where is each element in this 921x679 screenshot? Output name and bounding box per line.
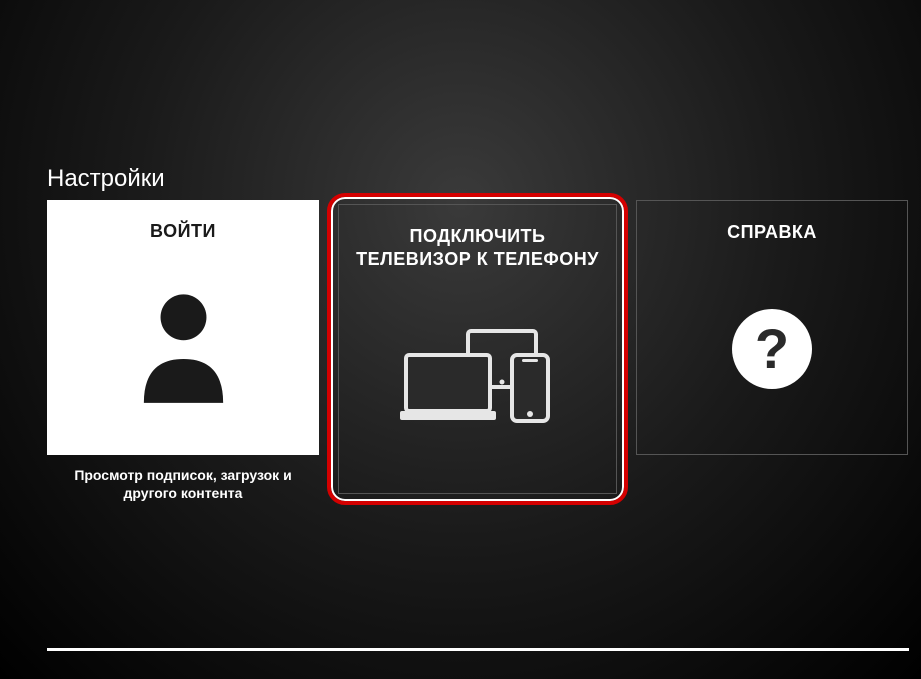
selected-highlight: ПОДКЛЮЧИТЬ ТЕЛЕВИЗОР К ТЕЛЕФОНУ	[327, 193, 628, 505]
help-card-title: СПРАВКА	[715, 221, 829, 244]
settings-cards-row: ВОЙТИ Просмотр подписок, загрузок и друг…	[47, 200, 908, 498]
connect-card-title: ПОДКЛЮЧИТЬ ТЕЛЕВИЗОР К ТЕЛЕФОНУ	[339, 225, 616, 270]
help-card-icon-area: ?	[637, 244, 907, 455]
login-card-title: ВОЙТИ	[138, 220, 228, 243]
bottom-divider	[47, 648, 909, 651]
connect-tv-card[interactable]: ПОДКЛЮЧИТЬ ТЕЛЕВИЗОР К ТЕЛЕФОНУ	[338, 204, 617, 494]
question-glyph: ?	[755, 321, 789, 377]
question-icon: ?	[732, 309, 812, 389]
login-card[interactable]: ВОЙТИ	[47, 200, 319, 455]
login-card-icon-area	[47, 243, 319, 456]
person-icon	[131, 286, 236, 411]
help-card[interactable]: СПРАВКА ?	[636, 200, 908, 455]
connect-card-icon-area	[339, 270, 616, 493]
page-title: Настройки	[47, 165, 165, 193]
devices-icon	[400, 329, 555, 434]
login-card-subtitle: Просмотр подписок, загрузок и другого ко…	[47, 466, 319, 502]
